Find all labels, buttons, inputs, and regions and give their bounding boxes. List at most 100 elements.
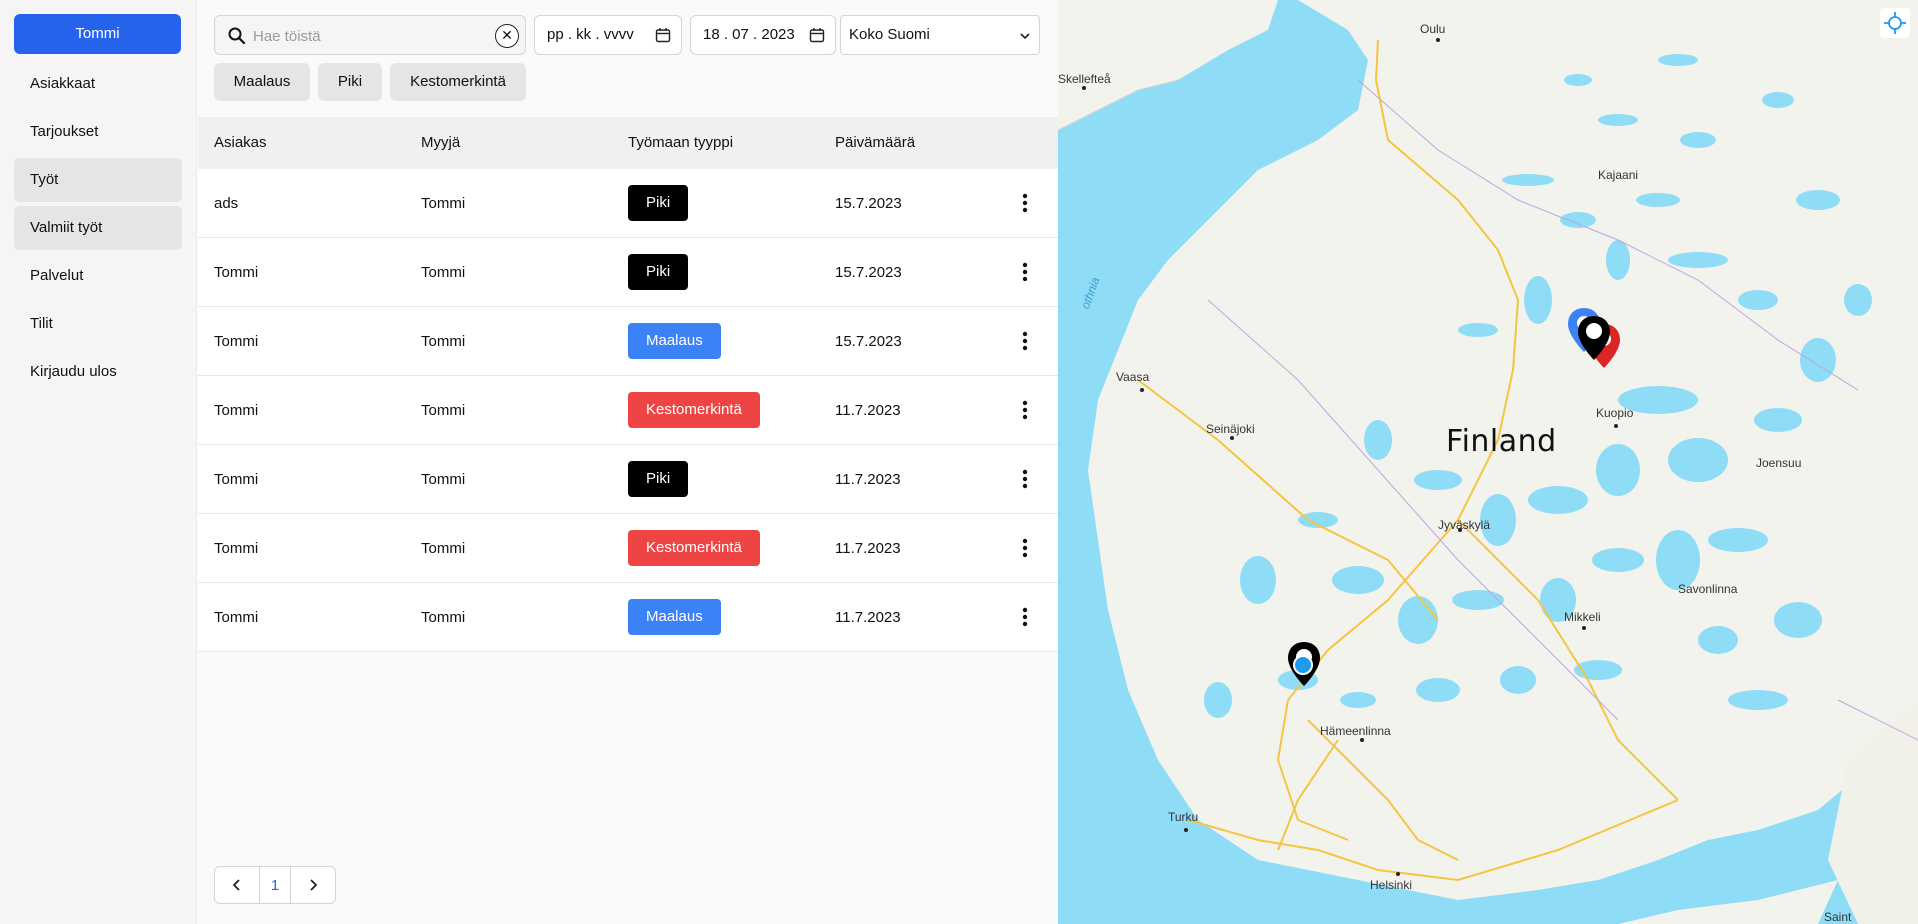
more-options-icon[interactable] <box>1022 400 1028 420</box>
more-options-icon[interactable] <box>1022 607 1028 627</box>
cell-asiakas: Tommi <box>214 264 259 281</box>
page-number-button[interactable]: 1 <box>259 867 291 903</box>
jobs-table: Asiakas Myyjä Työmaan tyyppi Päivämäärä … <box>198 117 1058 652</box>
table-row[interactable]: Tommi Tommi Kestomerkintä 11.7.2023 <box>198 514 1058 583</box>
city-dot <box>1436 38 1440 42</box>
table-row[interactable]: ads Tommi Piki 15.7.2023 <box>198 169 1058 238</box>
city-label-savonlinna: Savonlinna <box>1678 582 1738 596</box>
chevron-right-icon <box>310 879 318 891</box>
sidebar-item-tyot[interactable]: Työt <box>14 158 182 202</box>
type-badge: Piki <box>628 185 689 221</box>
city-label-hameenlinna: Hämeenlinna <box>1320 724 1391 738</box>
type-badge: Piki <box>628 461 689 497</box>
city-dot <box>1396 872 1400 876</box>
city-label-turku: Turku <box>1168 810 1199 824</box>
column-header-paivamaara[interactable]: Päivämäärä <box>835 117 915 169</box>
cell-paivamaara: 11.7.2023 <box>835 471 901 488</box>
table-body: ads Tommi Piki 15.7.2023 Tommi Tommi Piki 15.7.… <box>198 169 1058 652</box>
cell-paivamaara: 11.7.2023 <box>835 402 901 419</box>
sidebar: Tommi Asiakkaat Tarjoukset Työt Valmiit … <box>0 0 197 924</box>
main-panel: ✕ pp . kk . vvvv 18 . 07 . 2023 Koko Suo… <box>198 0 1058 924</box>
more-options-icon[interactable] <box>1022 331 1028 351</box>
cell-asiakas: Tommi <box>214 402 259 419</box>
cell-asiakas: ads <box>214 195 239 212</box>
more-options-icon[interactable] <box>1022 538 1028 558</box>
locate-button[interactable] <box>1880 8 1910 38</box>
end-date-input[interactable]: 18 . 07 . 2023 <box>690 15 836 55</box>
pagination: 1 <box>214 866 336 904</box>
cell-asiakas: Tommi <box>214 609 259 626</box>
cell-asiakas: Tommi <box>214 333 259 350</box>
city-label-helsinki: Helsinki <box>1370 878 1413 892</box>
region-select[interactable]: Koko Suomi <box>840 15 1040 55</box>
land-sweden <box>1058 0 1278 130</box>
column-header-myyja[interactable]: Myyjä <box>421 117 460 169</box>
column-header-asiakas[interactable]: Asiakas <box>214 117 267 169</box>
map[interactable]: Finland othnia Oulu Skellefteå Kajaani V… <box>1058 0 1918 924</box>
city-label-kuopio: Kuopio <box>1596 406 1634 420</box>
type-badge: Kestomerkintä <box>628 392 760 428</box>
country-label: Finland <box>1446 424 1557 459</box>
search-input[interactable] <box>253 24 483 48</box>
chip-kestomerkinta[interactable]: Kestomerkintä <box>390 63 526 101</box>
start-date-value: pp . kk . vvvv <box>547 26 634 43</box>
crosshair-icon <box>1884 12 1906 34</box>
city-label-skelleftea: Skellefteå <box>1058 72 1111 86</box>
more-options-icon[interactable] <box>1022 262 1028 282</box>
column-header-tyyppi[interactable]: Työmaan tyyppi <box>628 117 733 169</box>
sidebar-item-valmiit-tyot[interactable]: Valmiit työt <box>14 206 182 250</box>
map-marker-black[interactable] <box>1576 314 1612 362</box>
table-row[interactable]: Tommi Tommi Piki 15.7.2023 <box>198 238 1058 307</box>
city-label-saint: Saint <box>1824 910 1852 924</box>
table-header: Asiakas Myyjä Työmaan tyyppi Päivämäärä <box>198 117 1058 169</box>
table-row[interactable]: Tommi Tommi Maalaus 11.7.2023 <box>198 583 1058 652</box>
city-label-seinajoki: Seinäjoki <box>1206 422 1255 436</box>
sidebar-item-tilit[interactable]: Tilit <box>14 302 182 346</box>
app: Tommi Asiakkaat Tarjoukset Työt Valmiit … <box>0 0 1918 924</box>
cell-myyja: Tommi <box>421 402 466 419</box>
city-label-oulu: Oulu <box>1420 22 1446 36</box>
map-marker-current-location[interactable] <box>1290 652 1316 678</box>
cell-paivamaara: 11.7.2023 <box>835 540 901 557</box>
search-box: ✕ <box>214 15 526 55</box>
sidebar-item-asiakkaat[interactable]: Asiakkaat <box>14 62 182 106</box>
cell-asiakas: Tommi <box>214 471 259 488</box>
type-badge: Kestomerkintä <box>628 530 760 566</box>
sidebar-item-palvelut[interactable]: Palvelut <box>14 254 182 298</box>
type-badge: Piki <box>628 254 689 290</box>
chevron-down-icon <box>1020 33 1030 40</box>
city-dot <box>1140 388 1144 392</box>
region-select-value: Koko Suomi <box>849 26 930 43</box>
land-estonia <box>1618 880 1838 924</box>
next-page-button[interactable] <box>291 867 335 903</box>
sidebar-item-tarjoukset[interactable]: Tarjoukset <box>14 110 182 154</box>
city-dot <box>1614 424 1618 428</box>
calendar-icon[interactable] <box>655 27 671 43</box>
table-row[interactable]: Tommi Tommi Maalaus 15.7.2023 <box>198 307 1058 376</box>
clear-search-button[interactable]: ✕ <box>495 24 519 48</box>
cell-myyja: Tommi <box>421 609 466 626</box>
cell-paivamaara: 11.7.2023 <box>835 609 901 626</box>
user-button[interactable]: Tommi <box>14 14 181 54</box>
chip-piki[interactable]: Piki <box>318 63 382 101</box>
start-date-input[interactable]: pp . kk . vvvv <box>534 15 682 55</box>
cell-myyja: Tommi <box>421 264 466 281</box>
city-dot <box>1082 86 1086 90</box>
prev-page-button[interactable] <box>215 867 259 903</box>
type-badge: Maalaus <box>628 599 721 635</box>
table-row[interactable]: Tommi Tommi Kestomerkintä 11.7.2023 <box>198 376 1058 445</box>
cell-paivamaara: 15.7.2023 <box>835 333 902 350</box>
chip-maalaus[interactable]: Maalaus <box>214 63 310 101</box>
table-row[interactable]: Tommi Tommi Piki 11.7.2023 <box>198 445 1058 514</box>
cell-myyja: Tommi <box>421 333 466 350</box>
close-icon: ✕ <box>501 27 513 43</box>
more-options-icon[interactable] <box>1022 193 1028 213</box>
chevron-left-icon <box>232 879 240 891</box>
city-dot <box>1360 738 1364 742</box>
city-label-vaasa: Vaasa <box>1116 370 1150 384</box>
end-date-value: 18 . 07 . 2023 <box>703 26 795 43</box>
sidebar-item-kirjaudu-ulos[interactable]: Kirjaudu ulos <box>14 350 182 394</box>
search-icon <box>228 27 246 45</box>
calendar-icon[interactable] <box>809 27 825 43</box>
more-options-icon[interactable] <box>1022 469 1028 489</box>
